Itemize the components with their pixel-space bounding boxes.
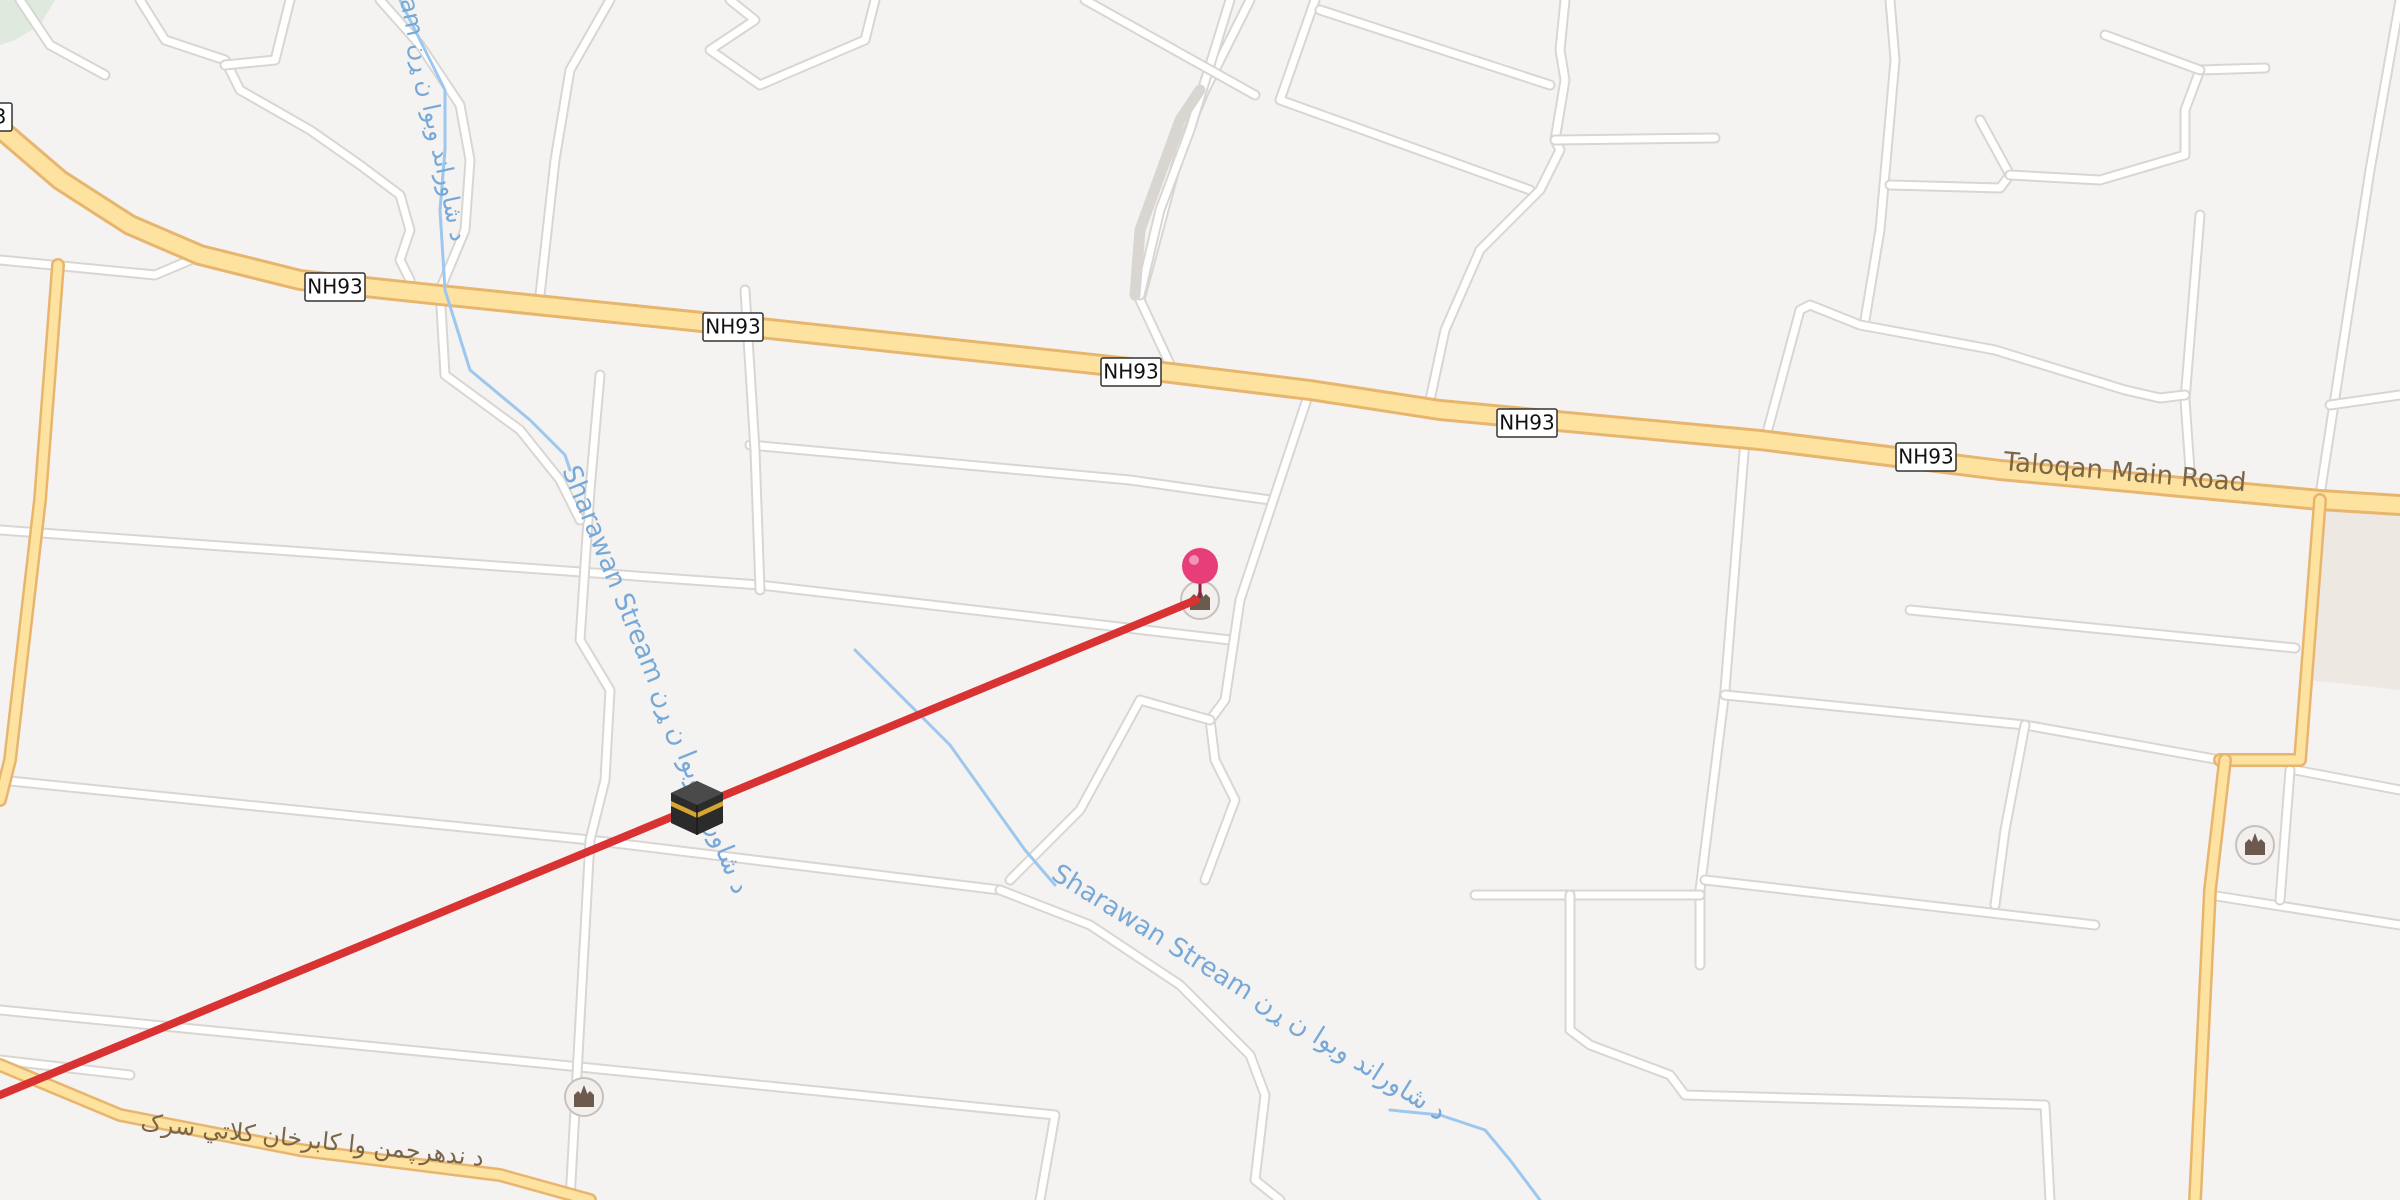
- map-canvas[interactable]: Sharawan Stream د شاوراند وبوا ن ړن Shar…: [0, 0, 2400, 1200]
- svg-text:NH93: NH93: [705, 315, 760, 339]
- mosque-icon[interactable]: [2235, 825, 2275, 865]
- svg-text:NH93: NH93: [1499, 411, 1554, 435]
- road-shield: NH93: [1100, 357, 1162, 387]
- stream-label-upper-a: Sharawan Stream د شاوراند وبوا ن ړن: [556, 461, 756, 898]
- svg-text:NH93: NH93: [307, 275, 362, 299]
- map-view[interactable]: Sharawan Stream د شاوراند وبوا ن ړن Shar…: [0, 0, 2400, 1200]
- road-shield: NH93: [1496, 408, 1558, 438]
- mosque-icon[interactable]: [564, 1077, 604, 1117]
- streams: [398, 0, 1542, 1200]
- road-shield: NH93: [1895, 442, 1957, 472]
- svg-text:NH93: NH93: [1898, 445, 1953, 469]
- svg-text:3: 3: [0, 105, 6, 129]
- road-shield: NH93: [304, 272, 366, 302]
- road-shield: 3: [0, 102, 13, 132]
- stream-label-lower: Sharawan Stream د شاوراند وبوا ن ړن: [1046, 858, 1451, 1127]
- road-label-bottom-left: د ندهرچمن وا کابرخان کلاتي سرک: [139, 1108, 485, 1172]
- road-shield: NH93: [702, 312, 764, 342]
- svg-text:NH93: NH93: [1103, 360, 1158, 384]
